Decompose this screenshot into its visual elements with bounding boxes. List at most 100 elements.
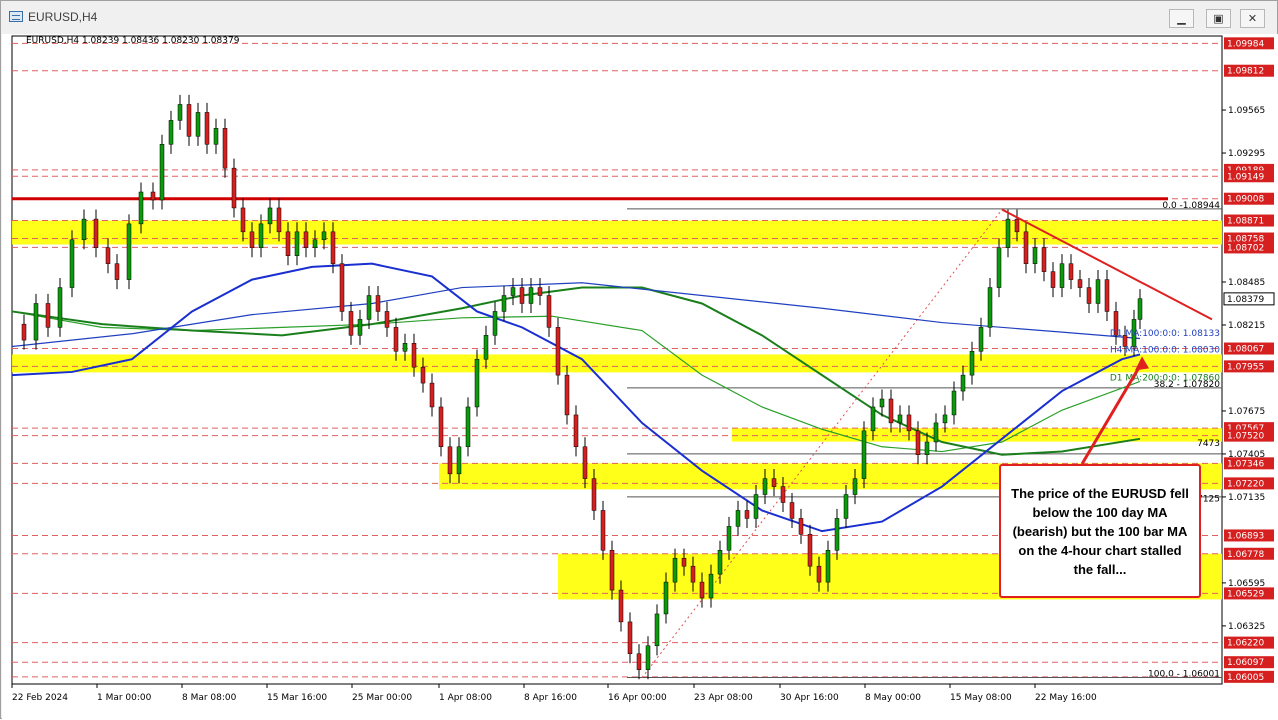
price-tick-label: 1.06220 <box>1227 639 1264 649</box>
price-tick-label: 1.08871 <box>1227 217 1264 227</box>
candle-body <box>384 311 390 328</box>
candle-body <box>285 231 291 256</box>
fib-100-label: 100.0 - 1.06001 <box>1148 669 1220 679</box>
candle-body <box>771 478 777 487</box>
candle-body <box>519 287 525 304</box>
candle-body <box>159 144 165 201</box>
price-tick-label: 1.06778 <box>1227 550 1264 560</box>
candle-body <box>465 406 471 448</box>
candle-body <box>150 191 156 201</box>
price-tick-label: 1.06529 <box>1227 589 1264 599</box>
candle-body <box>546 295 552 328</box>
time-tick-label: 8 Apr 16:00 <box>524 693 577 703</box>
time-tick-label: 25 Mar 00:00 <box>352 693 412 703</box>
candle-body <box>312 239 318 249</box>
candle-body <box>726 526 732 551</box>
price-tick-label: 1.09984 <box>1227 39 1264 49</box>
annotation-callout: The price of the EURUSD fell below the 1… <box>999 464 1201 598</box>
support-zone <box>12 354 1222 373</box>
candle-body <box>870 406 876 432</box>
candle-body <box>249 231 255 249</box>
candle-body <box>195 112 201 137</box>
candle-body <box>663 581 669 615</box>
time-tick-label: 15 Mar 16:00 <box>267 693 327 703</box>
time-tick-label: 8 May 00:00 <box>865 693 921 703</box>
candle-body <box>1059 263 1065 288</box>
price-tick-label: 1.09812 <box>1227 67 1264 77</box>
chart-window: EURUSD,H4 ▁ ▣ ✕ 0.0 -1.08944 38.2 - 1.078… <box>0 0 1278 720</box>
candle-body <box>483 335 489 360</box>
candle-body <box>231 167 237 209</box>
candle-body <box>204 112 210 145</box>
candle-body <box>852 478 858 495</box>
price-tick-label: 1.08485 <box>1228 278 1265 288</box>
candle-body <box>987 287 993 328</box>
candle-body <box>1023 231 1029 264</box>
candle-body <box>609 550 615 591</box>
candle-body <box>825 550 831 583</box>
candle-body <box>177 104 183 121</box>
fib-partial-label: 7473 <box>1197 439 1220 449</box>
candle-body <box>105 247 111 264</box>
price-tick-label: 1.07220 <box>1227 479 1264 489</box>
candle-body <box>114 263 120 280</box>
candle-body <box>600 510 606 551</box>
candle-body <box>222 128 228 169</box>
candle-body <box>897 414 903 424</box>
price-tick-label: 1.07135 <box>1228 493 1265 503</box>
candle-body <box>618 589 624 623</box>
candle-body <box>1095 279 1101 304</box>
candle-body <box>627 621 633 654</box>
time-tick-label: 23 Apr 08:00 <box>694 693 753 703</box>
candle-body <box>69 239 75 288</box>
support-zone <box>732 428 1222 442</box>
price-tick-label: 1.06325 <box>1228 622 1265 632</box>
price-tick-label: 1.07346 <box>1227 459 1264 469</box>
candle-body <box>591 478 597 511</box>
candle-body <box>708 573 714 599</box>
candle-body <box>1086 287 1092 304</box>
candle-body <box>303 231 309 249</box>
candle-body <box>357 319 363 336</box>
minimize-button[interactable]: ▁ <box>1169 9 1194 28</box>
time-tick-label: 16 Apr 00:00 <box>608 693 667 703</box>
price-tick-label: 1.07955 <box>1227 362 1264 372</box>
candle-body <box>834 518 840 551</box>
candle-body <box>402 343 408 352</box>
candle-body <box>942 414 948 424</box>
candle-body <box>906 414 912 432</box>
candle-body <box>582 446 588 479</box>
chart-window-icon <box>9 11 23 22</box>
candle-body <box>213 128 219 145</box>
title-bar: EURUSD,H4 ▁ ▣ ✕ <box>1 1 1277 34</box>
candle-body <box>960 374 966 392</box>
candle-body <box>375 295 381 312</box>
time-tick-label: 1 Apr 08:00 <box>439 693 492 703</box>
time-tick-label: 22 Feb 2024 <box>12 693 68 703</box>
candle-body <box>807 534 813 567</box>
maximize-button[interactable]: ▣ <box>1206 9 1231 28</box>
price-tick-label: 1.09565 <box>1228 106 1265 116</box>
window-title: EURUSD,H4 <box>28 10 98 24</box>
candle-body <box>411 343 417 368</box>
price-tick-label: 1.08067 <box>1227 345 1264 355</box>
candle-body <box>843 494 849 519</box>
candle-body <box>762 478 768 495</box>
candle-body <box>816 565 822 583</box>
price-tick-label: 1.07675 <box>1228 407 1265 417</box>
candle-body <box>393 327 399 352</box>
candle-body <box>1137 298 1143 320</box>
price-tick-label: 1.08379 <box>1227 295 1264 305</box>
price-tick-label: 1.06893 <box>1227 531 1264 541</box>
price-tick-label: 1.09008 <box>1227 195 1264 205</box>
candle-body <box>339 263 345 312</box>
candle-body <box>798 518 804 535</box>
candle-body <box>1077 279 1083 288</box>
ma-d1-100-label: D1 MA:100:0:0: 1.08133 <box>1110 329 1220 339</box>
price-chart[interactable]: 0.0 -1.08944 38.2 - 1.07820 100.0 - 1.0600… <box>2 34 1278 720</box>
close-button[interactable]: ✕ <box>1240 9 1265 28</box>
candle-body <box>510 287 516 296</box>
candle-body <box>501 295 507 312</box>
price-chart-svg: 0.0 -1.0894438.2 - 1.07820100.0 - 1.0600… <box>11 35 1275 703</box>
candle-body <box>1104 279 1110 312</box>
